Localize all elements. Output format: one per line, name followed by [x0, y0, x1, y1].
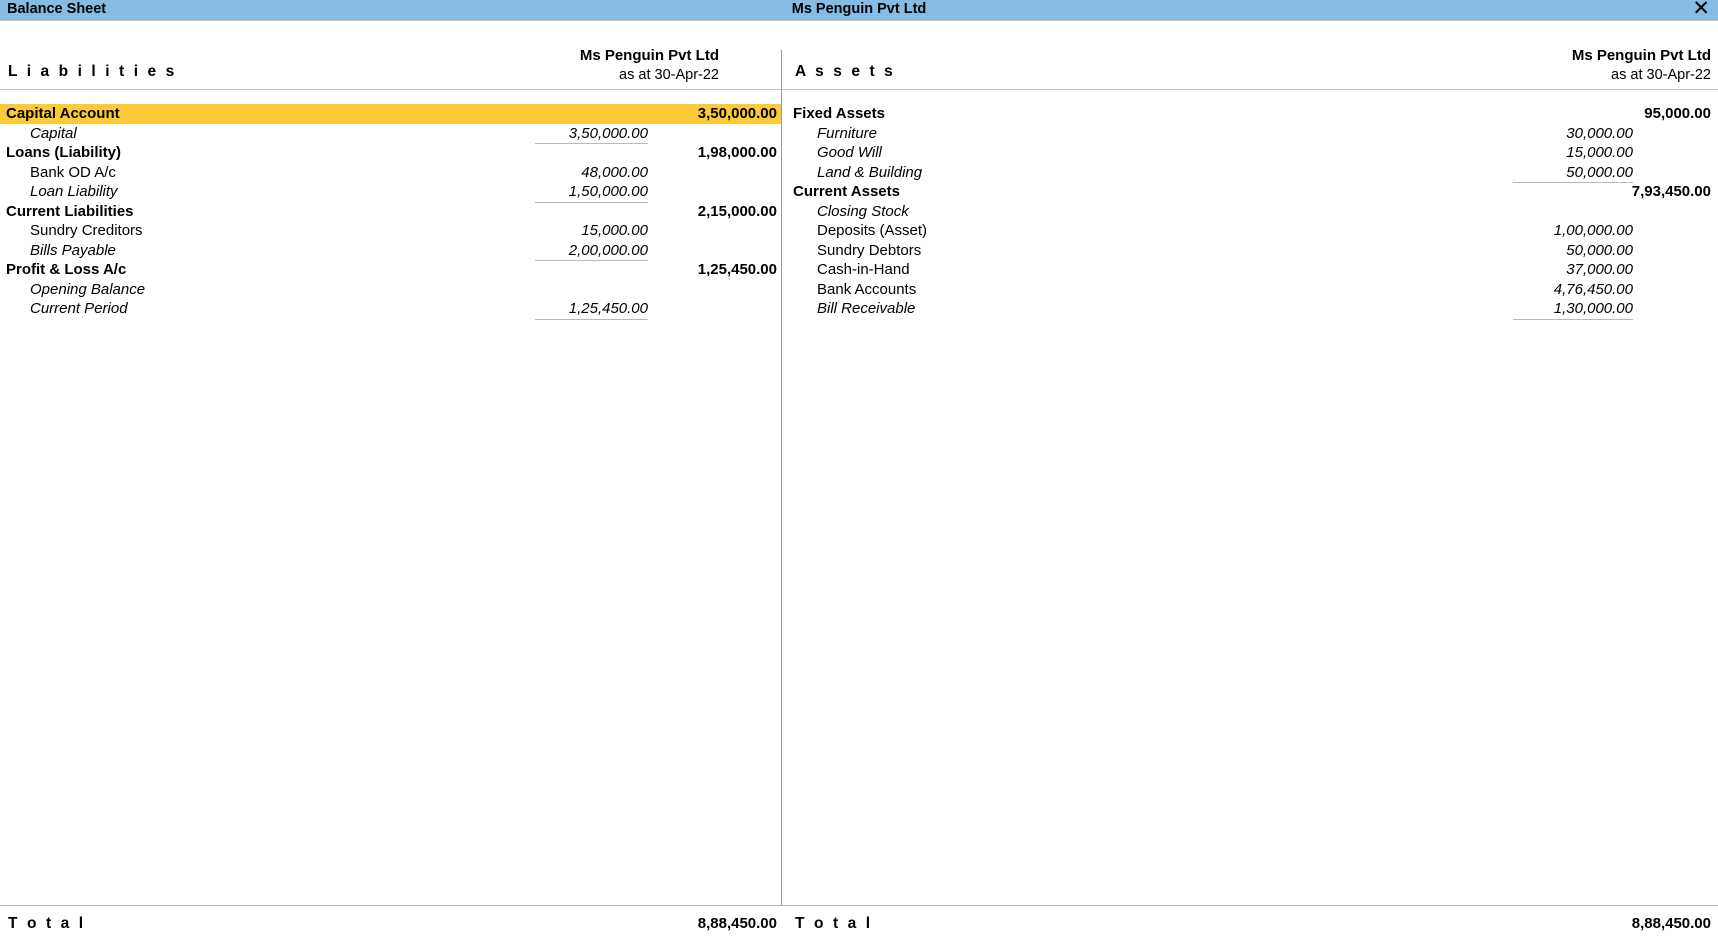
window-titlebar: Balance Sheet Ms Penguin Pvt Ltd ✕: [0, 0, 1718, 20]
ledger-row[interactable]: Closing Stock: [781, 202, 1718, 222]
group-row[interactable]: Profit & Loss A/c 1,25,450.00: [0, 260, 781, 280]
ledger-row[interactable]: Furniture 30,000.00: [781, 124, 1718, 144]
ledger-row[interactable]: Bills Payable 2,00,000.00: [0, 241, 781, 261]
liabilities-total-value: 8,88,450.00: [697, 915, 777, 932]
ledger-label: Deposits (Asset): [817, 222, 928, 240]
ledger-amount: 2,00,000.00: [568, 241, 648, 259]
totals-row: T o t a l 8,88,450.00 T o t a l 8,88,450…: [0, 905, 1718, 944]
ledger-amount: 4,76,450.00: [1553, 280, 1633, 298]
group-label: Capital Account: [6, 105, 120, 123]
ledger-label: Good Will: [817, 144, 882, 162]
group-label: Profit & Loss A/c: [6, 261, 127, 279]
assets-title: A s s e t s: [795, 63, 896, 80]
ledger-amount: 15,000.00: [1566, 144, 1633, 162]
assets-column: A s s e t s Ms Penguin Pvt Ltd as at 30-…: [781, 20, 1718, 905]
ledger-amount: 50,000.00: [1566, 163, 1633, 181]
ledger-row[interactable]: Sundry Debtors 50,000.00: [781, 241, 1718, 261]
ledger-amount: 1,00,000.00: [1553, 222, 1633, 240]
ledger-row[interactable]: Cash-in-Hand 37,000.00: [781, 260, 1718, 280]
balance-sheet-body: L i a b i l i t i e s Ms Penguin Pvt Ltd…: [0, 20, 1718, 944]
group-amount: 1,98,000.00: [697, 144, 777, 162]
group-row[interactable]: Capital Account 3,50,000.00: [0, 104, 781, 124]
liabilities-total-label: T o t a l: [8, 915, 86, 932]
ledger-row[interactable]: Loan Liability 1,50,000.00: [0, 182, 781, 203]
assets-header: A s s e t s Ms Penguin Pvt Ltd as at 30-…: [781, 20, 1718, 90]
group-label: Current Liabilities: [6, 202, 134, 220]
group-row[interactable]: Current Assets 7,93,450.00: [781, 182, 1718, 202]
assets-total-cell: T o t a l 8,88,450.00: [781, 906, 1718, 944]
group-amount: 95,000.00: [1644, 105, 1711, 123]
ledger-label: Opening Balance: [30, 280, 146, 298]
subtotal-rule: [1513, 318, 1633, 320]
ledger-row[interactable]: Deposits (Asset) 1,00,000.00: [781, 221, 1718, 241]
balance-sheet-columns: L i a b i l i t i e s Ms Penguin Pvt Ltd…: [0, 20, 1718, 905]
ledger-amount: 15,000.00: [581, 222, 648, 240]
group-amount: 2,15,000.00: [697, 202, 777, 220]
assets-total-value: 8,88,450.00: [1631, 915, 1711, 932]
ledger-row[interactable]: Capital 3,50,000.00: [0, 124, 781, 144]
ledger-amount: 37,000.00: [1566, 261, 1633, 279]
ledger-label: Bills Payable: [30, 241, 116, 259]
group-row[interactable]: Current Liabilities 2,15,000.00: [0, 202, 781, 222]
ledger-row[interactable]: Bank Accounts 4,76,450.00: [781, 280, 1718, 300]
ledger-label: Cash-in-Hand: [817, 261, 910, 279]
group-label: Fixed Assets: [793, 105, 885, 123]
ledger-label: Bill Receivable: [817, 300, 916, 318]
assets-total-label: T o t a l: [795, 915, 873, 932]
group-amount: 7,93,450.00: [1631, 183, 1711, 201]
ledger-amount: 50,000.00: [1566, 241, 1633, 259]
ledger-amount: 1,50,000.00: [568, 183, 648, 201]
ledger-row[interactable]: Current Period 1,25,450.00: [0, 299, 781, 320]
assets-entity-name: Ms Penguin Pvt Ltd: [1571, 47, 1711, 64]
group-row[interactable]: Loans (Liability) 1,98,000.00: [0, 143, 781, 163]
assets-as-at-date: as at 30-Apr-22: [1611, 67, 1711, 83]
ledger-label: Closing Stock: [817, 202, 909, 220]
ledger-amount: 3,50,000.00: [568, 124, 648, 142]
ledger-label: Sundry Creditors: [30, 222, 143, 240]
group-amount: 1,25,450.00: [697, 261, 777, 279]
ledger-label: Sundry Debtors: [817, 241, 922, 259]
ledger-row[interactable]: Opening Balance: [0, 280, 781, 300]
close-icon[interactable]: ✕: [1692, 0, 1710, 20]
ledger-label: Furniture: [817, 124, 878, 142]
ledger-amount: 48,000.00: [581, 163, 648, 181]
ledger-label: Current Period: [30, 300, 128, 318]
column-divider: [781, 50, 782, 905]
subtotal-rule: [535, 318, 648, 320]
ledger-row[interactable]: Land & Building 50,000.00: [781, 163, 1718, 183]
group-row[interactable]: Fixed Assets 95,000.00: [781, 104, 1718, 124]
ledger-row[interactable]: Bill Receivable 1,30,000.00: [781, 299, 1718, 320]
ledger-amount: 1,25,450.00: [568, 300, 648, 318]
liabilities-entity-name: Ms Penguin Pvt Ltd: [579, 47, 719, 64]
group-amount: 3,50,000.00: [697, 105, 777, 123]
group-label: Current Assets: [793, 183, 900, 201]
liabilities-title: L i a b i l i t i e s: [8, 63, 177, 80]
ledger-row[interactable]: Bank OD A/c 48,000.00: [0, 163, 781, 183]
liabilities-as-at-date: as at 30-Apr-22: [619, 67, 719, 83]
ledger-amount: 30,000.00: [1566, 124, 1633, 142]
ledger-amount: 1,30,000.00: [1553, 300, 1633, 318]
liabilities-rows: Capital Account 3,50,000.00 Capital 3,50,00…: [0, 90, 781, 320]
group-label: Loans (Liability): [6, 144, 122, 162]
balance-sheet-window: Balance Sheet Ms Penguin Pvt Ltd ✕ L i a…: [0, 0, 1718, 944]
window-company-title: Ms Penguin Pvt Ltd: [791, 1, 927, 17]
liabilities-column: L i a b i l i t i e s Ms Penguin Pvt Ltd…: [0, 20, 781, 905]
ledger-label: Capital: [30, 124, 77, 142]
liabilities-header: L i a b i l i t i e s Ms Penguin Pvt Ltd…: [0, 20, 781, 90]
ledger-label: Land & Building: [817, 163, 923, 181]
ledger-label: Loan Liability: [30, 183, 118, 201]
liabilities-total-cell: T o t a l 8,88,450.00: [0, 906, 781, 944]
assets-rows: Fixed Assets 95,000.00 Furniture 30,000.00 G…: [781, 90, 1718, 320]
ledger-row[interactable]: Good Will 15,000.00: [781, 143, 1718, 163]
ledger-row[interactable]: Sundry Creditors 15,000.00: [0, 221, 781, 241]
ledger-label: Bank Accounts: [817, 280, 917, 298]
ledger-label: Bank OD A/c: [30, 163, 116, 181]
